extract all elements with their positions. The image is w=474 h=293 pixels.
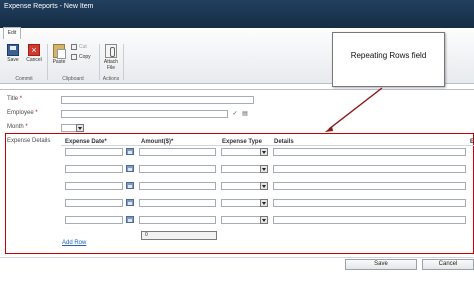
month-label: Month * [7, 124, 28, 130]
calendar-icon[interactable] [126, 182, 134, 189]
title-input[interactable] [61, 96, 254, 104]
details-input[interactable] [273, 165, 466, 173]
employee-label: Employee * [7, 110, 38, 116]
amount-input[interactable] [139, 165, 216, 173]
expense-type-dropdown-arrow[interactable] [260, 165, 268, 173]
expense-details-label: Expense Details [7, 138, 51, 144]
details-input[interactable] [273, 182, 466, 190]
screenshot-frame: Expense Reports - New Item Edit Save × C… [0, 0, 474, 293]
address-book-icon[interactable]: ▤ [241, 110, 249, 118]
calendar-icon[interactable] [126, 199, 134, 206]
expense-type-dropdown-arrow[interactable] [260, 182, 268, 190]
add-row-link[interactable]: Add Row [62, 240, 86, 246]
grid-header-divider [61, 145, 474, 146]
amount-input[interactable] [139, 148, 216, 156]
expense-date-input[interactable] [65, 182, 123, 190]
employee-input[interactable] [61, 110, 228, 118]
amount-input[interactable] [139, 182, 216, 190]
save-button[interactable]: Save [345, 259, 417, 270]
details-input[interactable] [273, 216, 466, 224]
expense-date-input[interactable] [65, 216, 123, 224]
calendar-icon[interactable] [126, 165, 134, 172]
footer-divider [0, 257, 474, 258]
title-label: Title * [7, 96, 23, 102]
cancel-button[interactable]: Cancel [422, 259, 474, 270]
expense-type-dropdown-arrow[interactable] [260, 216, 268, 224]
calendar-icon[interactable] [126, 216, 134, 223]
expense-date-input[interactable] [65, 199, 123, 207]
expense-type-dropdown-arrow[interactable] [260, 199, 268, 207]
details-input[interactable] [273, 199, 466, 207]
expense-date-input[interactable] [65, 148, 123, 156]
details-input[interactable] [273, 148, 466, 156]
expense-date-input[interactable] [65, 165, 123, 173]
amount-input[interactable] [139, 216, 216, 224]
check-names-icon[interactable]: ✓ [231, 110, 239, 118]
month-dropdown-arrow[interactable] [76, 124, 84, 132]
amount-total-field: 0 [141, 231, 217, 240]
expense-type-dropdown-arrow[interactable] [260, 148, 268, 156]
amount-input[interactable] [139, 199, 216, 207]
calendar-icon[interactable] [126, 148, 134, 155]
